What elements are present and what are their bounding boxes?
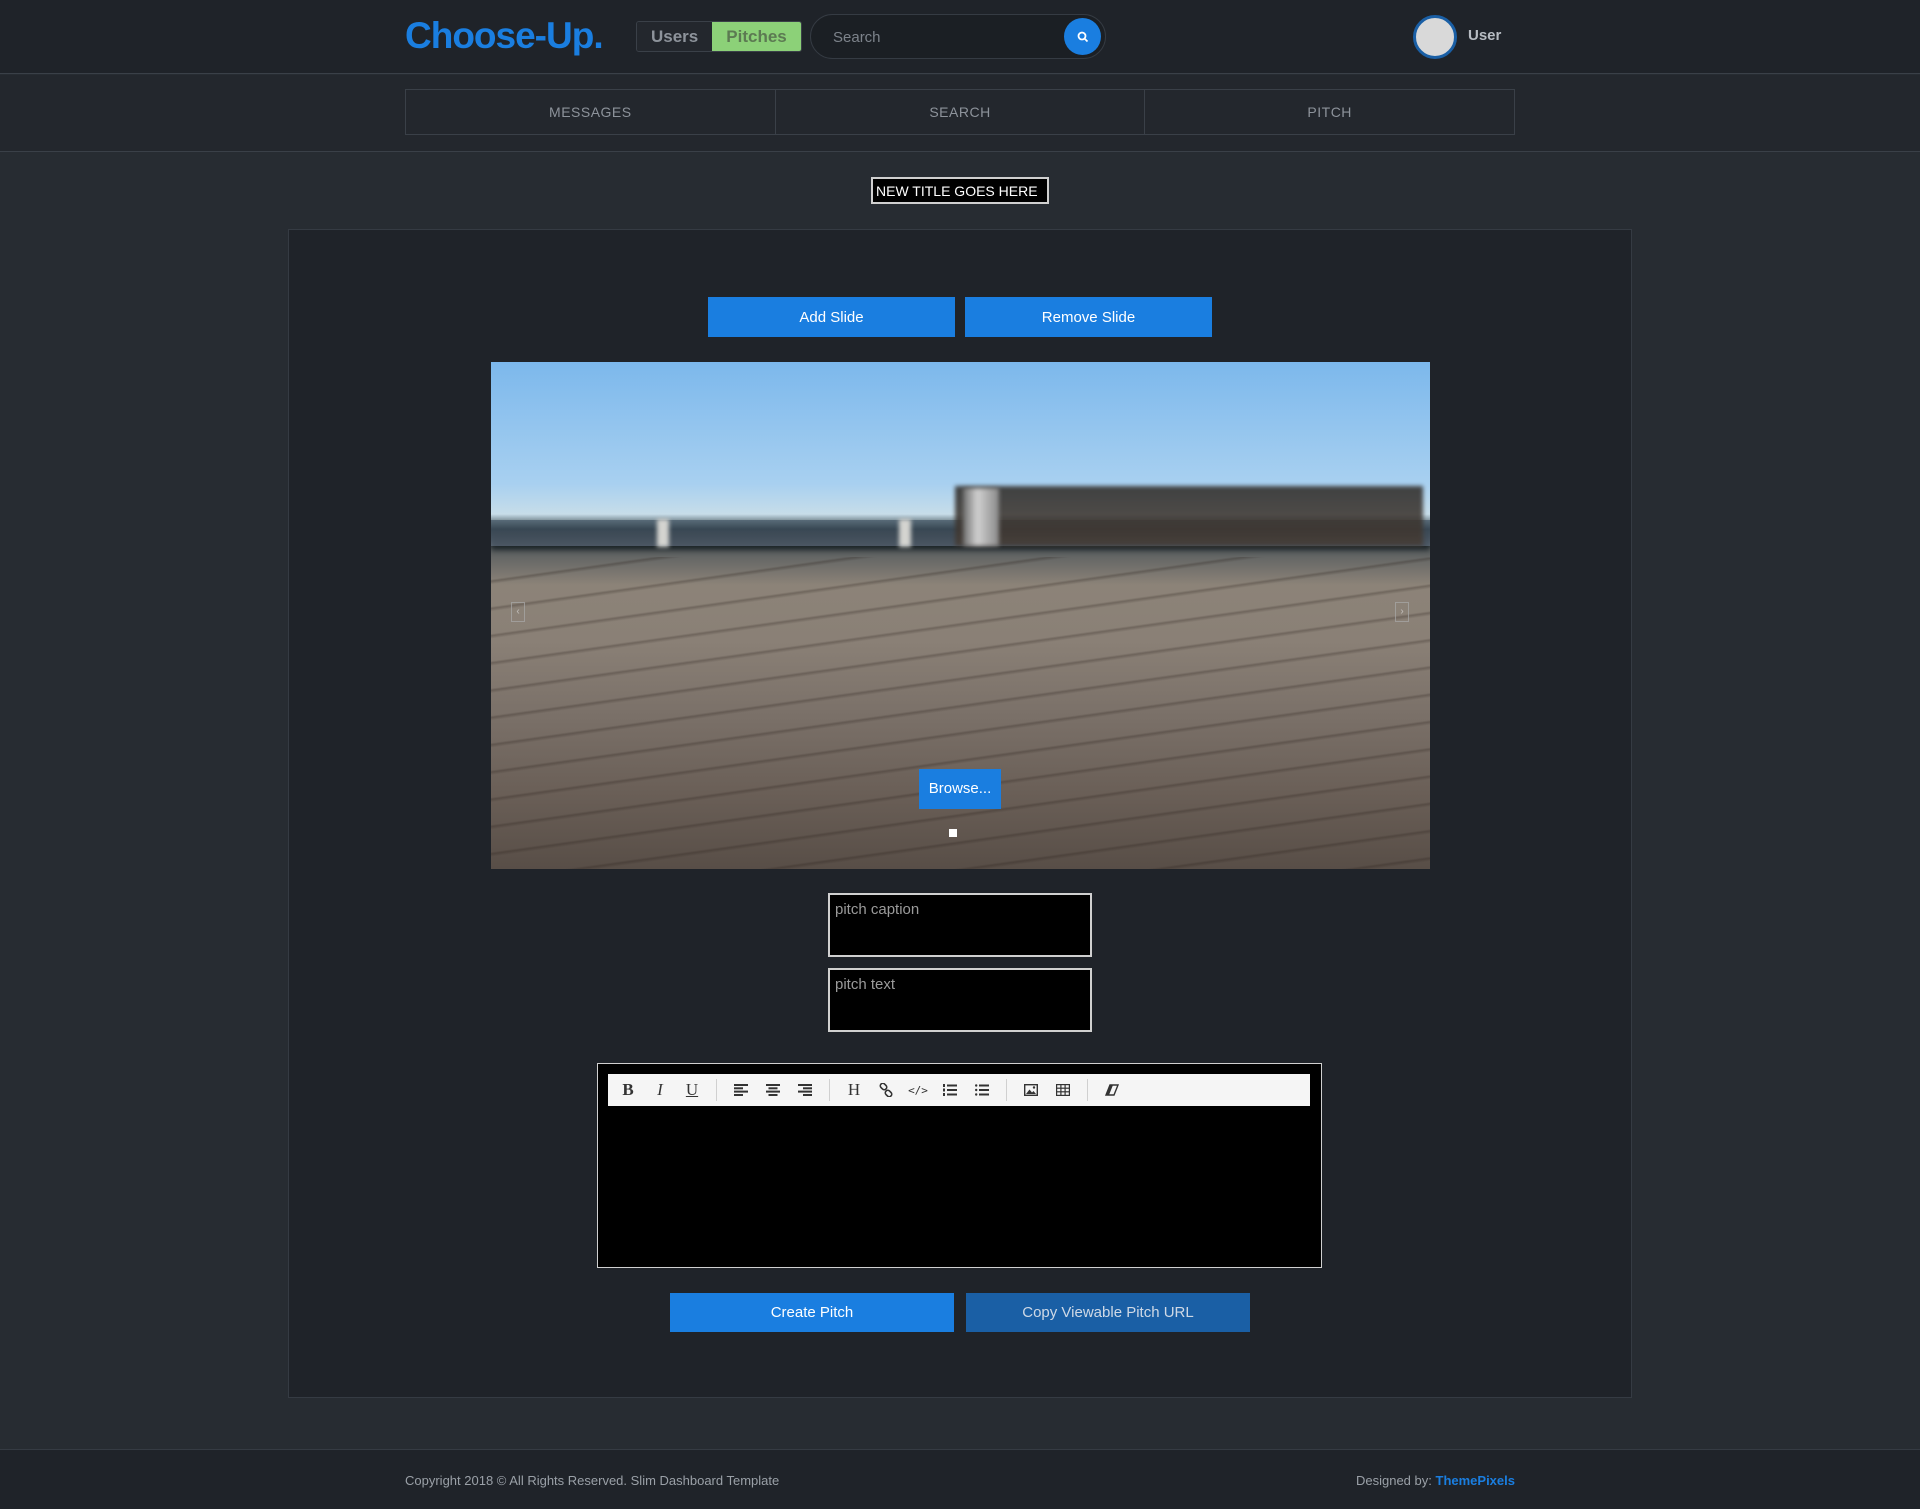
themepixels-link[interactable]: ThemePixels xyxy=(1436,1473,1516,1488)
tab-messages[interactable]: MESSAGES xyxy=(406,90,776,134)
ordered-list-icon[interactable] xyxy=(934,1074,966,1106)
avatar[interactable] xyxy=(1413,15,1457,59)
add-slide-button[interactable]: Add Slide xyxy=(708,297,955,337)
editor-toolbar: B I U H </> xyxy=(608,1074,1310,1106)
prev-slide-icon[interactable]: ‹ xyxy=(511,602,525,622)
next-slide-icon[interactable]: › xyxy=(1395,602,1409,622)
remove-slide-button[interactable]: Remove Slide xyxy=(965,297,1212,337)
slide-indicator[interactable] xyxy=(949,829,957,837)
align-right-icon[interactable] xyxy=(789,1074,821,1106)
image-icon[interactable] xyxy=(1015,1074,1047,1106)
code-icon[interactable]: </> xyxy=(902,1074,934,1106)
search-icon xyxy=(1077,31,1088,42)
table-icon[interactable] xyxy=(1047,1074,1079,1106)
pitch-title-input[interactable] xyxy=(871,177,1049,204)
pitch-caption-input[interactable] xyxy=(828,893,1092,957)
align-left-icon[interactable] xyxy=(725,1074,757,1106)
user-name[interactable]: User xyxy=(1468,27,1501,44)
copyright-text: Copyright 2018 © All Rights Reserved. Sl… xyxy=(405,1473,780,1488)
align-center-icon[interactable] xyxy=(757,1074,789,1106)
view-toggle: Users Pitches xyxy=(636,21,802,52)
pitch-text-input[interactable] xyxy=(828,968,1092,1032)
tab-search[interactable]: SEARCH xyxy=(776,90,1146,134)
app-logo[interactable]: Choose-Up. xyxy=(405,15,604,57)
create-pitch-button[interactable]: Create Pitch xyxy=(670,1293,954,1332)
link-icon[interactable] xyxy=(870,1074,902,1106)
search-box xyxy=(810,14,1106,59)
search-button[interactable] xyxy=(1064,18,1101,55)
users-tab[interactable]: Users xyxy=(637,22,713,51)
pitches-tab[interactable]: Pitches xyxy=(712,22,801,51)
designed-by: Designed by: ThemePixels xyxy=(1356,1473,1515,1488)
bold-icon[interactable]: B xyxy=(612,1074,644,1106)
slide-carousel: ‹ › Browse... xyxy=(491,362,1430,869)
browse-button[interactable]: Browse... xyxy=(919,769,1001,809)
copy-url-button[interactable]: Copy Viewable Pitch URL xyxy=(966,1293,1250,1332)
main-nav: MESSAGES SEARCH PITCH xyxy=(0,75,1920,152)
search-input[interactable] xyxy=(833,26,1053,48)
tab-pitch[interactable]: PITCH xyxy=(1145,90,1514,134)
top-header: Choose-Up. Users Pitches User xyxy=(0,0,1920,74)
heading-icon[interactable]: H xyxy=(838,1074,870,1106)
eraser-icon[interactable] xyxy=(1096,1074,1128,1106)
footer: Copyright 2018 © All Rights Reserved. Sl… xyxy=(0,1449,1920,1509)
rich-text-editor[interactable]: B I U H </> xyxy=(597,1063,1322,1268)
underline-icon[interactable]: U xyxy=(676,1074,708,1106)
nav-tabs: MESSAGES SEARCH PITCH xyxy=(405,89,1515,135)
italic-icon[interactable]: I xyxy=(644,1074,676,1106)
designed-by-label: Designed by: xyxy=(1355,1473,1432,1488)
unordered-list-icon[interactable] xyxy=(966,1074,998,1106)
